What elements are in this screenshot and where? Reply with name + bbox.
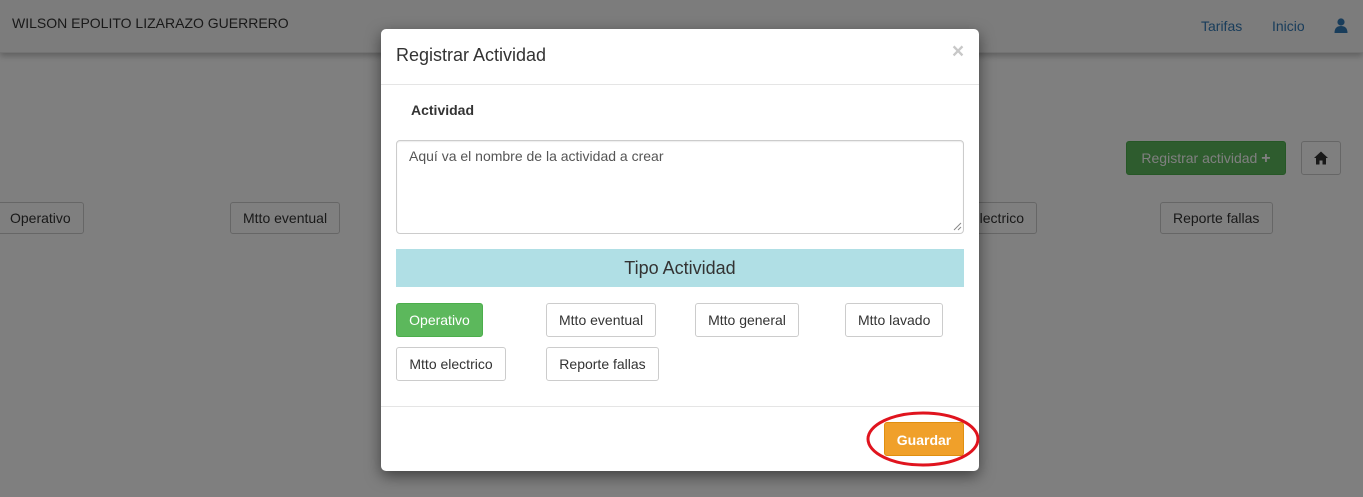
type-mtto-electrico-button[interactable]: Mtto electrico bbox=[396, 347, 506, 381]
register-activity-modal: Registrar Actividad × Actividad Tipo Act… bbox=[381, 29, 979, 471]
activity-name-textarea[interactable] bbox=[396, 140, 964, 234]
modal-header: Registrar Actividad × bbox=[381, 29, 979, 85]
close-icon[interactable]: × bbox=[947, 41, 969, 63]
save-button[interactable]: Guardar bbox=[884, 422, 964, 456]
modal-footer bbox=[381, 406, 979, 407]
activity-field-label: Actividad bbox=[411, 102, 475, 118]
type-mtto-general-button[interactable]: Mtto general bbox=[695, 303, 799, 337]
activity-type-heading: Tipo Actividad bbox=[396, 249, 964, 287]
type-mtto-lavado-button[interactable]: Mtto lavado bbox=[845, 303, 943, 337]
type-operativo-button[interactable]: Operativo bbox=[396, 303, 483, 337]
type-mtto-eventual-button[interactable]: Mtto eventual bbox=[546, 303, 656, 337]
resize-grip-icon[interactable] bbox=[953, 222, 962, 231]
modal-title: Registrar Actividad bbox=[396, 45, 547, 65]
type-reporte-fallas-button[interactable]: Reporte fallas bbox=[546, 347, 659, 381]
